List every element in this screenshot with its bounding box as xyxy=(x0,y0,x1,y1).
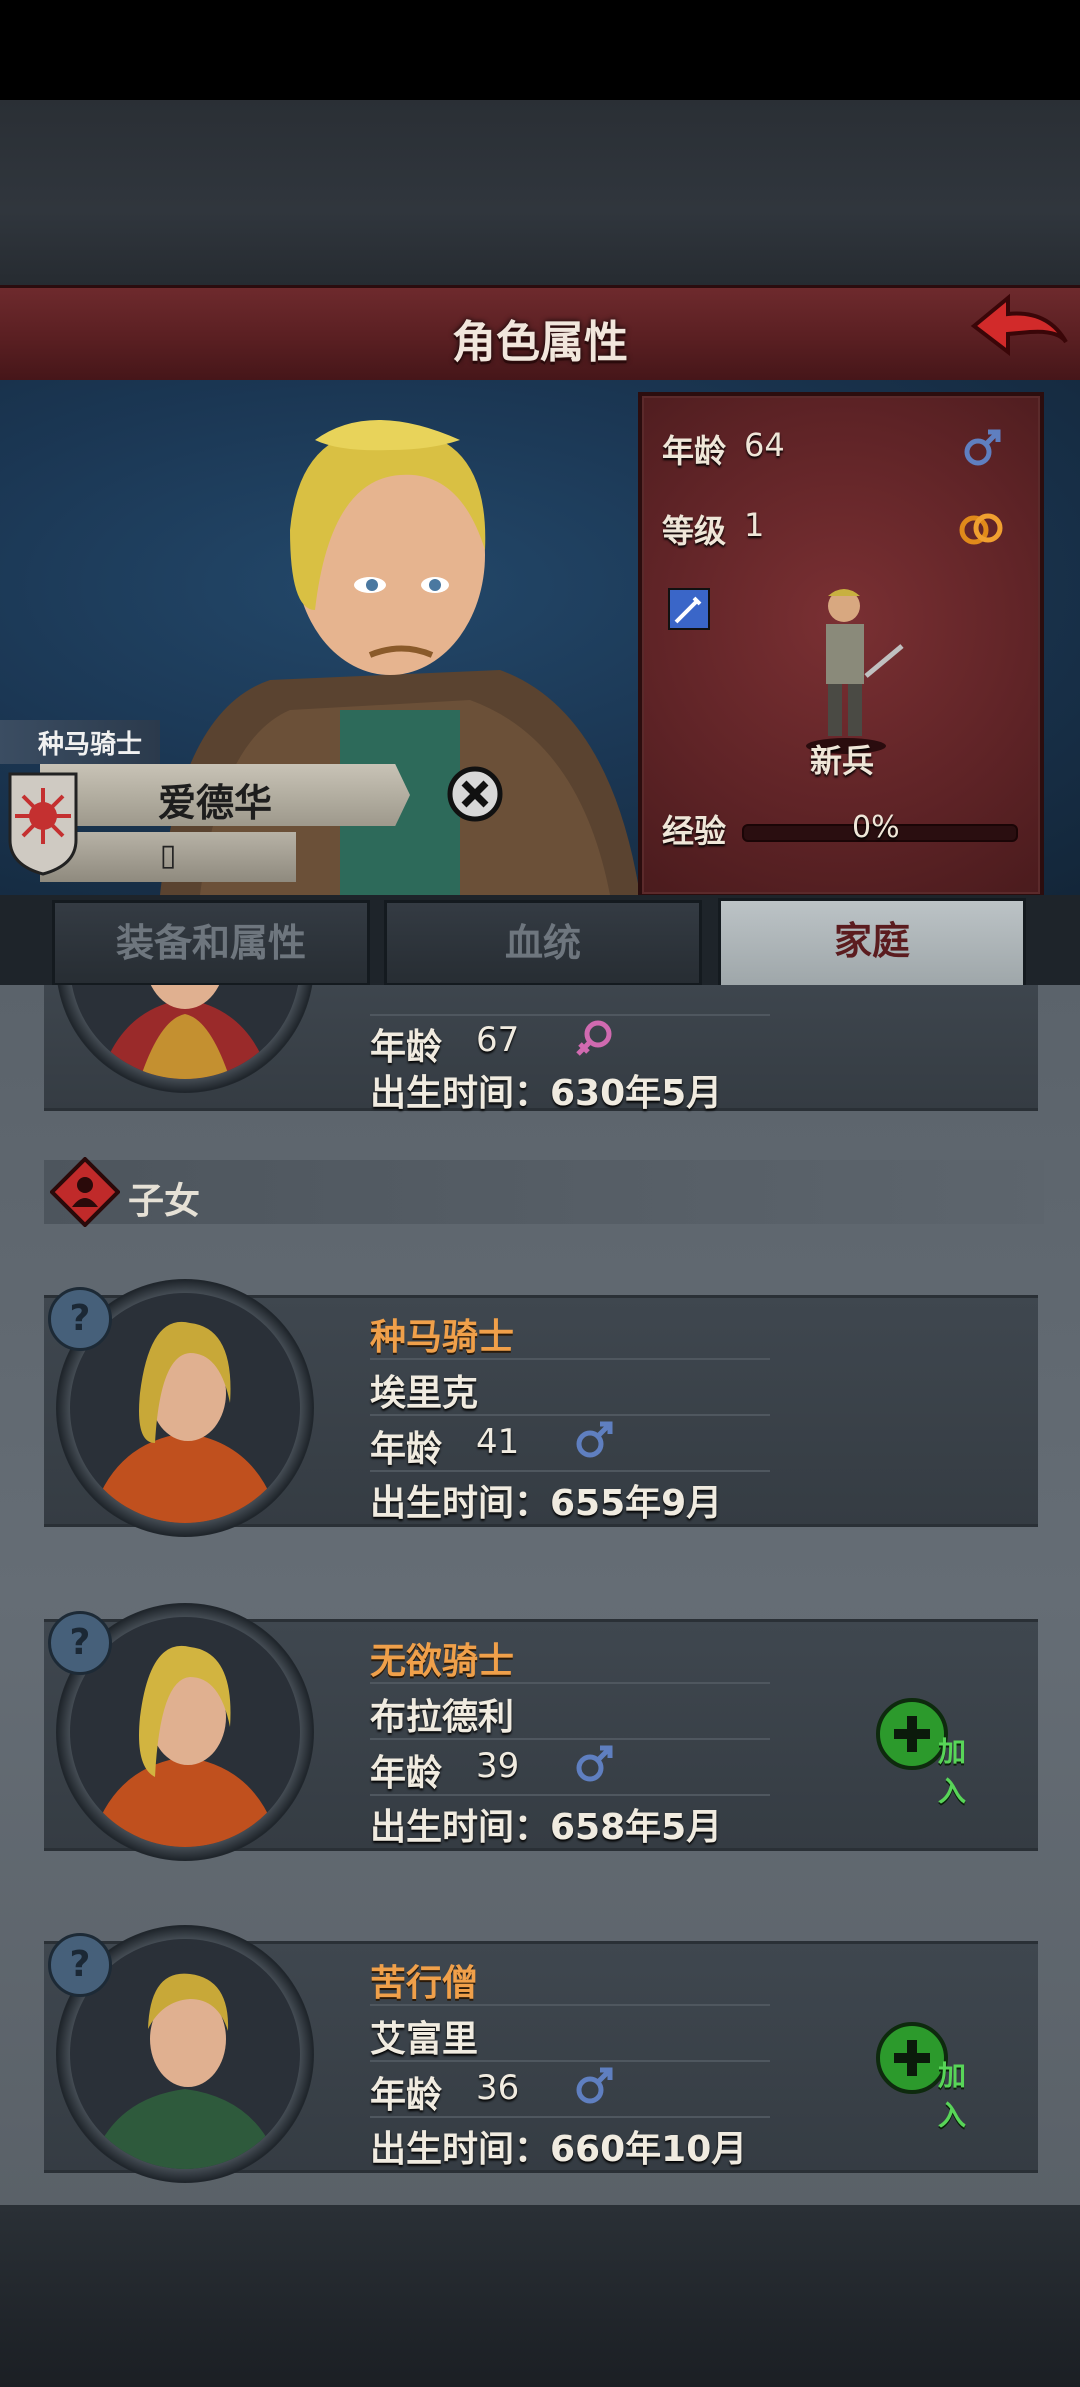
parent-birth: 出生时间：630年5月 xyxy=(370,1073,723,1114)
exp-label: 经验 xyxy=(662,812,727,850)
child-1-title: 种马骑士 xyxy=(370,1317,515,1358)
join-button[interactable]: 加入 xyxy=(876,2022,986,2132)
close-icon[interactable] xyxy=(446,765,504,823)
child-3-title: 苦行僧 xyxy=(370,1963,479,2004)
tab-equipment[interactable]: 装备和属性 xyxy=(52,900,370,986)
title-bar: 角色属性 xyxy=(0,285,1080,384)
join-label: 加入 xyxy=(938,2059,967,2132)
character-class: 种马骑士 xyxy=(38,730,143,760)
child-1-age-value: 41 xyxy=(476,1422,520,1462)
child-2-name: 布拉德利 xyxy=(370,1697,515,1738)
tab-family[interactable]: 家庭 xyxy=(718,898,1026,990)
unit-figure xyxy=(806,589,904,754)
male-icon xyxy=(576,1421,613,1458)
tab-bloodline[interactable]: 血统 xyxy=(384,900,702,986)
age-label: 年龄 xyxy=(662,432,727,470)
question-icon[interactable]: ? xyxy=(48,1611,112,1675)
bottom-stone-area xyxy=(0,2205,1080,2387)
female-icon xyxy=(576,1020,612,1056)
child-1-name: 埃里克 xyxy=(370,1373,479,1414)
parent-age-value: 67 xyxy=(476,1020,520,1060)
children-section-header: 子女 xyxy=(44,1160,1044,1224)
exp-percent: 0% xyxy=(852,810,900,845)
class-tag: 种马骑士 xyxy=(0,720,160,764)
child-1-birth: 出生时间：655年9月 xyxy=(370,1483,723,1524)
child-1-age-label: 年龄 xyxy=(370,1429,443,1470)
question-icon[interactable]: ? xyxy=(48,1933,112,1997)
join-label: 加入 xyxy=(938,1735,967,1808)
ring-icon xyxy=(959,513,1003,545)
family-content: 年龄 67 出生时间：630年5月 子女 种马骑士 埃里克 年龄 41 出生时间… xyxy=(0,985,1080,2205)
age-value: 64 xyxy=(744,426,785,464)
child-3-age-value: 36 xyxy=(476,2068,520,2108)
male-icon xyxy=(576,2067,613,2104)
stone-background xyxy=(0,100,1080,285)
child-3-name: 艾富里 xyxy=(370,2019,479,2060)
child-2-age-value: 39 xyxy=(476,1746,520,1786)
male-icon xyxy=(964,429,1001,466)
status-bar-area xyxy=(0,0,1080,100)
parent-age-label: 年龄 xyxy=(370,1027,443,1068)
child-3-birth: 出生时间：660年10月 xyxy=(370,2129,748,2170)
level-value: 1 xyxy=(744,506,765,544)
child-2-title: 无欲骑士 xyxy=(370,1641,515,1682)
sword-skill-icon xyxy=(668,588,710,630)
child-2-age-label: 年龄 xyxy=(370,1753,443,1794)
children-label: 子女 xyxy=(128,1181,201,1222)
family-diamond-icon xyxy=(50,1157,120,1227)
name-banner: 爱德华 xyxy=(40,764,410,826)
male-icon xyxy=(576,1745,613,1782)
child-2-birth: 出生时间：658年5月 xyxy=(370,1807,723,1848)
character-name: 爱德华 xyxy=(157,781,272,825)
level-label: 等级 xyxy=(662,512,727,550)
stats-panel: 年龄 64 等级 1 新兵 经验 0% xyxy=(638,392,1044,898)
child-3-age-label: 年龄 xyxy=(370,2075,443,2116)
unit-name: 新兵 xyxy=(810,742,875,780)
heraldic-shield-icon xyxy=(8,772,78,876)
back-arrow-icon[interactable] xyxy=(968,292,1072,368)
join-button[interactable]: 加入 xyxy=(876,1698,986,1808)
page-title: 角色属性 xyxy=(452,317,628,368)
question-icon[interactable]: ? xyxy=(48,1287,112,1351)
